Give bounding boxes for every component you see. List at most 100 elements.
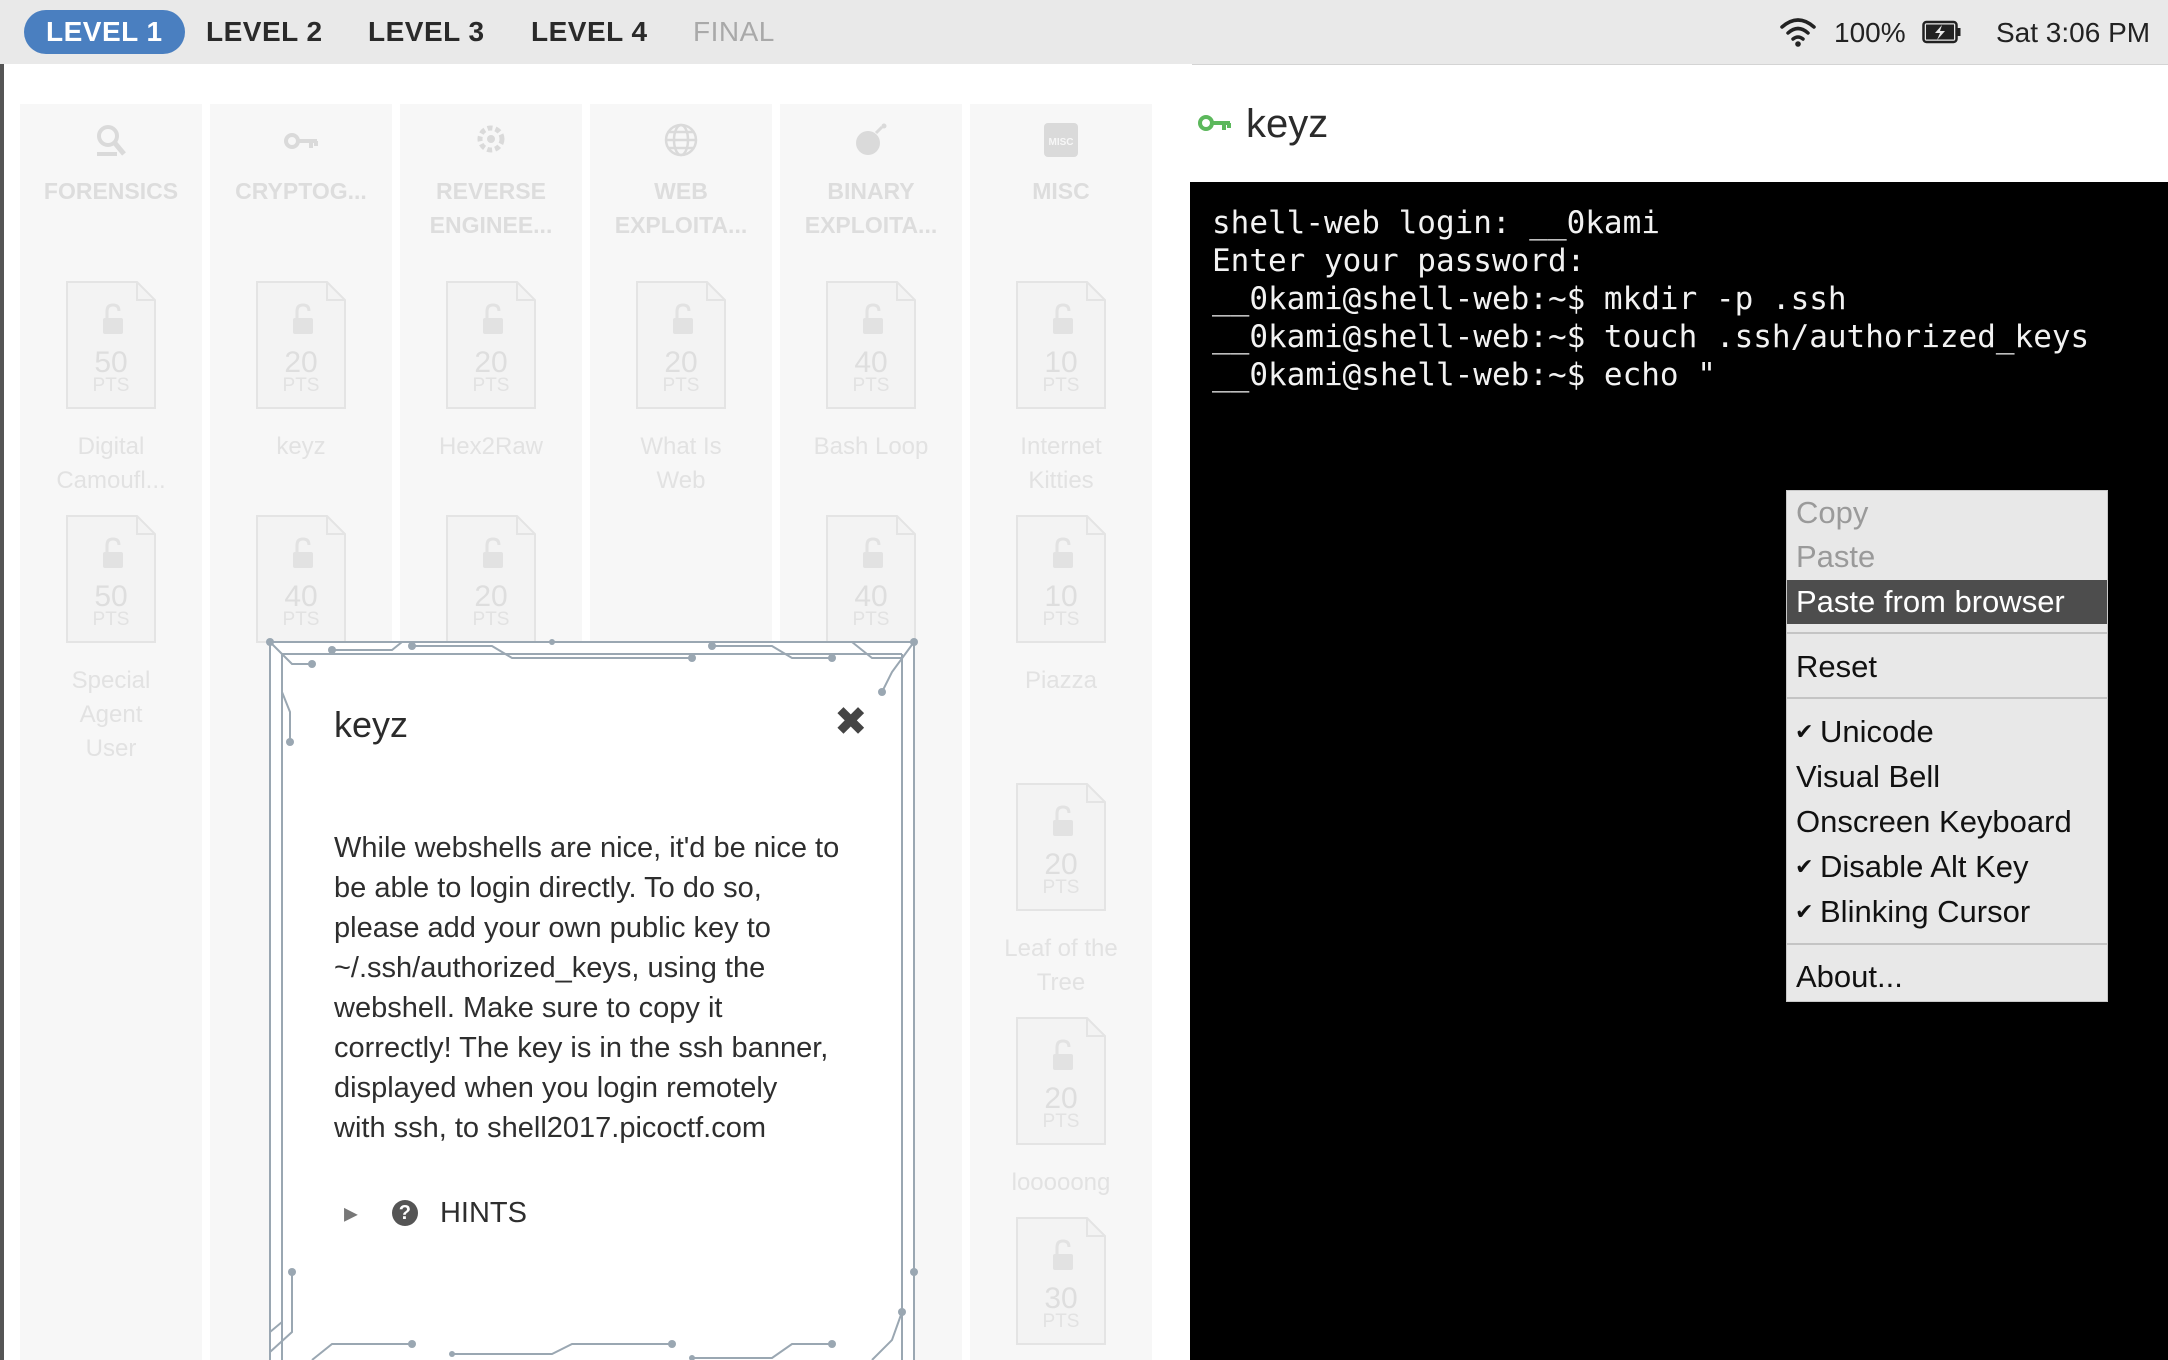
menu-separator xyxy=(1787,697,2107,699)
category-title[interactable]: FORENSICS xyxy=(20,174,202,208)
tab-final[interactable]: FINAL xyxy=(693,10,775,54)
tab-level-3[interactable]: LEVEL 3 xyxy=(368,10,485,54)
menu-item-reset[interactable]: Reset xyxy=(1787,645,2107,689)
terminal-line: shell-web login: __0kami xyxy=(1212,205,1660,241)
check-icon: ✔ xyxy=(1795,719,1814,744)
points-value: 20 xyxy=(284,346,318,379)
check-icon: ✔ xyxy=(1795,854,1814,879)
description-line: be able to login directly. To do so, xyxy=(334,872,762,904)
question-icon: ? xyxy=(391,1200,418,1227)
svg-text:MISC: MISC xyxy=(1049,137,1074,148)
problem-card[interactable]: 50 PTS xyxy=(65,514,157,644)
problem-card[interactable]: 10 PTS xyxy=(1015,514,1107,644)
forensics-icon xyxy=(20,122,202,167)
terminal-line: __0kami@shell-web:~$ mkdir -p .ssh xyxy=(1212,281,1847,317)
wifi-icon[interactable] xyxy=(1780,16,1816,48)
points-value: 50 xyxy=(94,346,128,379)
points-value: 40 xyxy=(854,346,888,379)
terminal-line: __0kami@shell-web:~$ touch .ssh/authoriz… xyxy=(1212,319,2090,355)
category-title[interactable]: MISC xyxy=(970,174,1152,208)
gear-icon xyxy=(400,122,582,165)
menu-item-copy[interactable]: Copy xyxy=(1787,491,2107,535)
points-value: 40 xyxy=(284,580,318,613)
points-unit: PTS xyxy=(1042,1311,1080,1332)
menu-item-paste[interactable]: Paste xyxy=(1787,535,2107,579)
menu-item-paste-from-browser[interactable]: Paste from browser xyxy=(1787,580,2107,624)
description-line: with ssh, to shell2017.picoctf.com xyxy=(334,1112,766,1144)
problem-name[interactable]: Leaf of the Tree xyxy=(970,932,1152,1000)
points-value: 40 xyxy=(854,580,888,613)
points-unit: PTS xyxy=(662,375,700,396)
problem-name[interactable]: What Is Web xyxy=(590,430,772,498)
problem-name[interactable]: Hex2Raw xyxy=(400,430,582,464)
problem-name[interactable]: Internet Kitties xyxy=(970,430,1152,498)
points-unit: PTS xyxy=(1042,1111,1080,1132)
check-icon: ✔ xyxy=(1795,899,1814,924)
problem-card[interactable]: 20 PTS xyxy=(1015,1016,1107,1146)
category-title[interactable]: REVERSE ENGINEE... xyxy=(400,174,582,242)
problem-name[interactable]: Piazza xyxy=(970,664,1152,698)
problem-name[interactable]: Bash Loop xyxy=(780,430,962,464)
points-value: 20 xyxy=(474,346,508,379)
points-unit: PTS xyxy=(1042,609,1080,630)
tab-level-2[interactable]: LEVEL 2 xyxy=(206,10,323,54)
points-unit: PTS xyxy=(472,609,510,630)
problem-card[interactable]: 50 PTS xyxy=(65,280,157,410)
menu-item-disable-alt-key[interactable]: ✔ Disable Alt Key xyxy=(1787,845,2107,889)
problem-name[interactable]: looooong xyxy=(970,1166,1152,1200)
modal-title: keyz xyxy=(334,704,409,745)
menu-separator xyxy=(1787,632,2107,634)
points-value: 20 xyxy=(474,580,508,613)
hints-label: HINTS xyxy=(439,1197,527,1230)
menu-item-about[interactable]: About... xyxy=(1787,955,2107,999)
clock: Sat 3:06 PM xyxy=(1996,17,2151,48)
points-unit: PTS xyxy=(1042,877,1080,898)
problem-card[interactable]: 30 PTS xyxy=(1015,1216,1107,1346)
category-title[interactable]: CRYPTOG... xyxy=(210,174,392,208)
context-menu: Copy Paste Paste from browser Reset ✔ Uni… xyxy=(1786,490,2108,1002)
terminal-line: __0kami@shell-web:~$ echo " xyxy=(1212,357,1716,393)
points-value: 30 xyxy=(1044,1282,1078,1315)
menu-item-blinking-cursor[interactable]: ✔ Blinking Cursor xyxy=(1787,890,2107,934)
problem-card[interactable]: 10 PTS xyxy=(1015,280,1107,410)
problem-title: keyz xyxy=(1246,102,1329,146)
points-value: 20 xyxy=(664,346,698,379)
points-unit: PTS xyxy=(282,609,320,630)
close-icon[interactable]: ✖ xyxy=(834,700,868,744)
problem-card[interactable]: 20 PTS xyxy=(635,280,727,410)
points-unit: PTS xyxy=(852,375,890,396)
problem-name[interactable]: Special Agent User xyxy=(20,664,202,766)
problem-name[interactable]: Digital Camoufl... xyxy=(20,430,202,498)
battery-charging-icon[interactable] xyxy=(1922,20,1962,44)
points-value: 50 xyxy=(94,580,128,613)
problem-card[interactable]: 20 PTS xyxy=(445,280,537,410)
globe-icon xyxy=(590,122,772,167)
description-line: ~/.ssh/authorized_keys, using the xyxy=(334,952,766,984)
category-column: MISC MISC 10 PTS Internet Kitties 10 PTS Piazza 2… xyxy=(970,104,1152,1360)
problem-card[interactable]: 40 PTS xyxy=(255,514,347,644)
problem-card[interactable]: 40 PTS xyxy=(825,280,917,410)
problem-name[interactable]: keyz xyxy=(210,430,392,464)
category-title[interactable]: WEB EXPLOITA... xyxy=(590,174,772,242)
hints-toggle[interactable]: ▶ ? HINTS xyxy=(344,1190,527,1234)
description-line: please add your own public key to xyxy=(334,912,771,944)
points-unit: PTS xyxy=(1042,375,1080,396)
points-value: 10 xyxy=(1044,580,1078,613)
category-title[interactable]: BINARY EXPLOITA... xyxy=(780,174,962,242)
triangle-right-icon: ▶ xyxy=(344,1203,358,1224)
problem-card[interactable]: 40 PTS xyxy=(825,514,917,644)
menu-item-onscreen-keyboard[interactable]: Onscreen Keyboard xyxy=(1787,800,2107,844)
key-icon xyxy=(210,122,392,162)
tab-level-1[interactable]: LEVEL 1 xyxy=(24,10,185,54)
description-line: displayed when you login remotely xyxy=(334,1072,778,1104)
points-value: 10 xyxy=(1044,346,1078,379)
points-unit: PTS xyxy=(472,375,510,396)
problem-card[interactable]: 20 PTS xyxy=(445,514,537,644)
tab-level-4[interactable]: LEVEL 4 xyxy=(531,10,648,54)
menu-item-unicode[interactable]: ✔ Unicode xyxy=(1787,710,2107,754)
menu-item-visual-bell[interactable]: Visual Bell xyxy=(1787,755,2107,799)
problem-card[interactable]: 20 PTS xyxy=(255,280,347,410)
problem-card[interactable]: 20 PTS xyxy=(1015,782,1107,912)
points-value: 20 xyxy=(1044,1082,1078,1115)
menu-separator xyxy=(1787,943,2107,945)
